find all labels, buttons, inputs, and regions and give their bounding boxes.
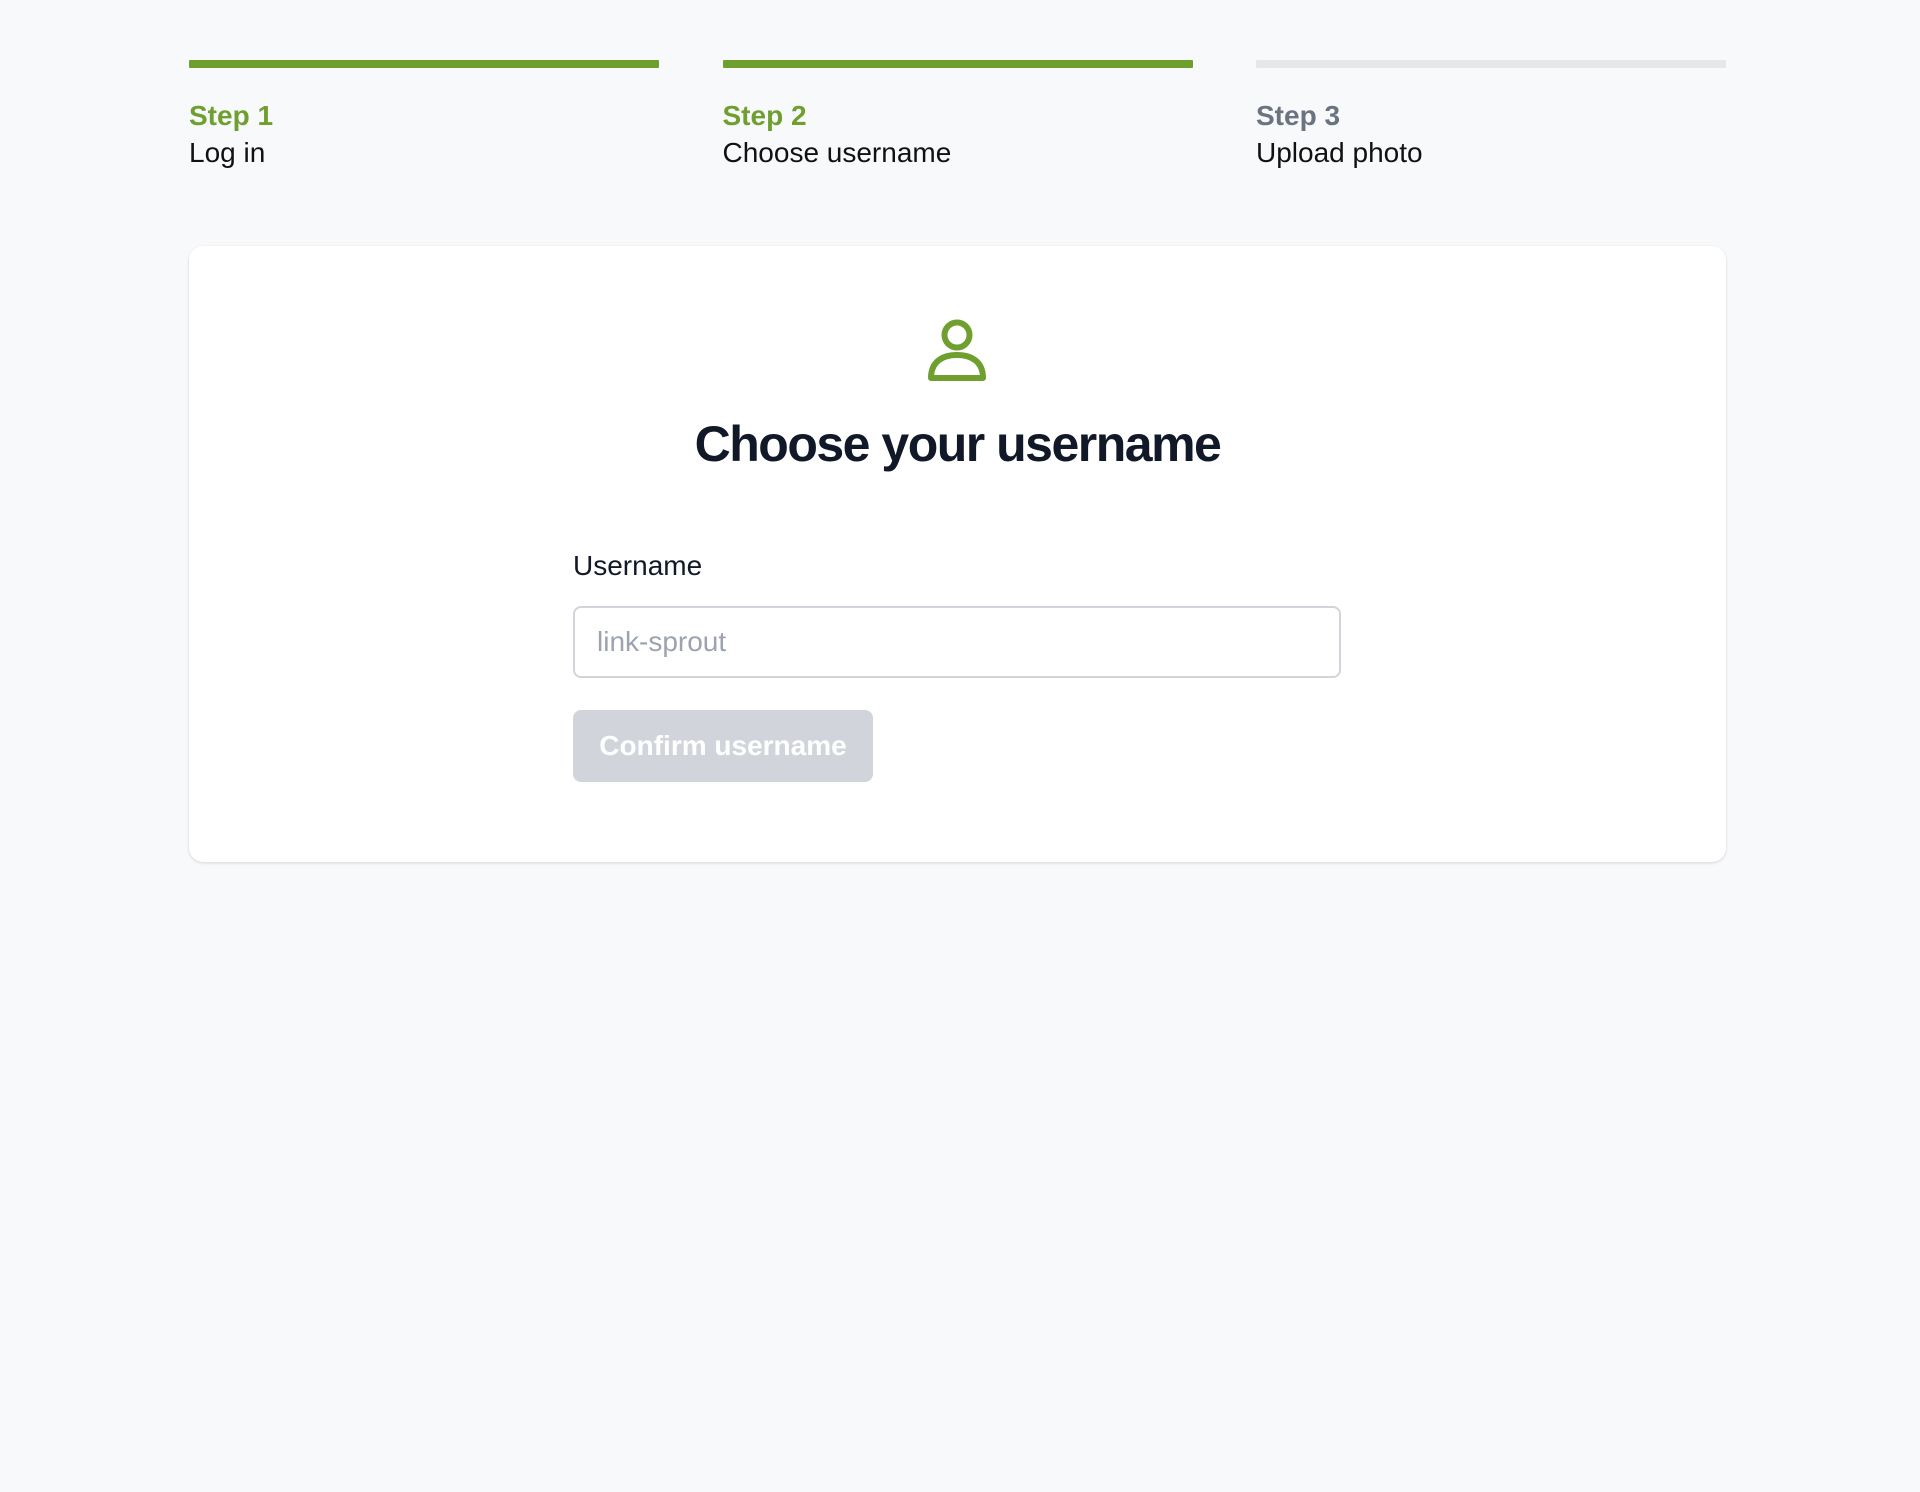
step-log-in: Step 1 Log in bbox=[189, 60, 659, 172]
step-1-progress-bar bbox=[189, 60, 659, 68]
user-icon bbox=[926, 318, 988, 384]
step-2-number: Step 2 bbox=[722, 100, 807, 131]
step-upload-photo: Step 3 Upload photo bbox=[1256, 60, 1726, 172]
confirm-username-button[interactable]: Confirm username bbox=[573, 710, 873, 782]
onboarding-container: Step 1 Log in Step 2 Choose username Ste… bbox=[189, 60, 1726, 862]
step-2-progress-bar bbox=[722, 60, 1193, 68]
step-choose-username: Step 2 Choose username bbox=[722, 60, 1193, 172]
progress-steps: Step 1 Log in Step 2 Choose username Ste… bbox=[189, 60, 1726, 172]
username-label: Username bbox=[573, 550, 703, 581]
step-3-number: Step 3 bbox=[1256, 100, 1341, 131]
page-title: Choose your username bbox=[694, 416, 1222, 472]
step-1-name: Log in bbox=[189, 137, 266, 168]
step-1-number: Step 1 bbox=[189, 100, 274, 131]
username-input[interactable] bbox=[573, 606, 1341, 678]
step-3-progress-bar bbox=[1256, 60, 1726, 68]
username-card: Choose your username Username Confirm us… bbox=[189, 246, 1726, 862]
username-form: Username Confirm username bbox=[573, 548, 1341, 782]
step-3-name: Upload photo bbox=[1256, 137, 1423, 168]
step-2-name: Choose username bbox=[722, 137, 952, 168]
